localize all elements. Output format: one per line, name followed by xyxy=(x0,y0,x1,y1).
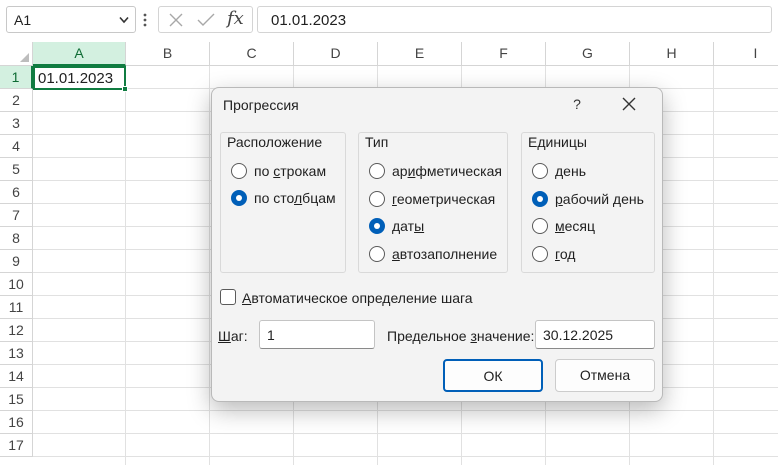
gridline-vertical xyxy=(713,66,714,465)
type-radio-label: арифметическая xyxy=(392,163,502,179)
gridline-horizontal xyxy=(33,410,778,411)
formula-value: 01.01.2023 xyxy=(271,12,347,29)
row-header-12[interactable]: 12 xyxy=(0,319,33,342)
radio-indicator[interactable] xyxy=(369,163,385,179)
column-header-c[interactable]: C xyxy=(210,42,294,66)
location-radio-label: по строкам xyxy=(254,163,327,179)
radio-indicator[interactable] xyxy=(532,245,548,262)
progression-dialog: Прогрессия ? Расположение по строкам по с… xyxy=(211,87,663,402)
chevron-down-icon[interactable] xyxy=(119,16,129,24)
cell-a1[interactable]: 01.01.2023 xyxy=(33,66,128,92)
ok-button[interactable]: ОК xyxy=(443,359,543,392)
checkmark-icon[interactable] xyxy=(197,12,215,28)
formula-actions: fx xyxy=(158,6,253,33)
type-radio-label: даты xyxy=(392,218,425,234)
gridline-horizontal xyxy=(33,456,778,457)
radio-indicator[interactable] xyxy=(369,190,385,207)
row-header-7[interactable]: 7 xyxy=(0,204,33,227)
cell-a1-value: 01.01.2023 xyxy=(38,70,114,87)
auto-step-label: Автоматическое определение шага xyxy=(242,290,473,306)
checkbox-box[interactable] xyxy=(220,289,236,305)
row-header-15[interactable]: 15 xyxy=(0,388,33,411)
type-radio-4[interactable]: автозаполнение xyxy=(369,245,519,265)
step-label: Шаг: xyxy=(218,328,248,344)
type-radio-2[interactable]: геометрическая xyxy=(369,190,519,210)
cancel-x-icon[interactable] xyxy=(168,12,184,28)
units-group-title: Единицы xyxy=(526,134,589,150)
more-options-icon[interactable] xyxy=(143,12,147,28)
radio-indicator[interactable] xyxy=(369,245,385,262)
units-radio-label: рабочий день xyxy=(555,190,644,207)
limit-input[interactable] xyxy=(535,320,655,349)
row-header-17[interactable]: 17 xyxy=(0,434,33,457)
close-icon[interactable] xyxy=(620,95,638,113)
step-input[interactable] xyxy=(259,320,375,349)
radio-indicator[interactable] xyxy=(532,190,548,207)
row-header-6[interactable]: 6 xyxy=(0,181,33,204)
limit-label: Предельное значение: xyxy=(387,328,535,344)
row-header-13[interactable]: 13 xyxy=(0,342,33,365)
units-radio-label: день xyxy=(555,163,586,179)
row-header-16[interactable]: 16 xyxy=(0,411,33,434)
units-radio-3[interactable]: месяц xyxy=(532,217,682,237)
row-header-4[interactable]: 4 xyxy=(0,135,33,158)
gridline-vertical xyxy=(209,66,210,465)
type-radio-3[interactable]: даты xyxy=(369,217,519,237)
radio-indicator[interactable] xyxy=(231,190,247,206)
type-radio-label: геометрическая xyxy=(392,190,496,207)
name-box[interactable]: A1 xyxy=(6,6,136,33)
row-header-10[interactable]: 10 xyxy=(0,273,33,296)
cancel-button[interactable]: Отмена xyxy=(555,359,655,392)
column-header-h[interactable]: H xyxy=(630,42,714,66)
dialog-title: Прогрессия xyxy=(223,97,299,113)
row-header-14[interactable]: 14 xyxy=(0,365,33,388)
radio-indicator[interactable] xyxy=(532,218,548,234)
radio-indicator[interactable] xyxy=(532,163,548,179)
radio-indicator[interactable] xyxy=(369,218,385,234)
units-radio-1[interactable]: день xyxy=(532,162,682,182)
location-group-title: Расположение xyxy=(225,134,325,150)
radio-indicator[interactable] xyxy=(231,163,247,179)
row-header-1[interactable]: 1 xyxy=(0,66,33,89)
select-all-corner[interactable] xyxy=(0,42,33,66)
formula-input[interactable]: 01.01.2023 xyxy=(257,6,772,33)
row-header-9[interactable]: 9 xyxy=(0,250,33,273)
column-header-b[interactable]: B xyxy=(126,42,210,66)
formula-bar: A1 fx 01.01.2023 xyxy=(0,0,778,40)
units-radio-label: месяц xyxy=(555,218,596,234)
row-header-5[interactable]: 5 xyxy=(0,158,33,181)
row-header-8[interactable]: 8 xyxy=(0,227,33,250)
row-header-2[interactable]: 2 xyxy=(0,89,33,112)
name-box-value: A1 xyxy=(14,12,32,28)
column-header-d[interactable]: D xyxy=(294,42,378,66)
help-button[interactable]: ? xyxy=(570,93,584,115)
column-header-i[interactable]: I xyxy=(714,42,778,66)
row-header-11[interactable]: 11 xyxy=(0,296,33,319)
type-group-title: Тип xyxy=(363,134,391,150)
units-radio-4[interactable]: год xyxy=(532,245,682,265)
column-header-e[interactable]: E xyxy=(378,42,462,66)
type-radio-label: автозаполнение xyxy=(392,245,498,262)
insert-function-icon[interactable]: fx xyxy=(227,8,244,29)
units-radio-label: год xyxy=(555,245,576,262)
row-header-3[interactable]: 3 xyxy=(0,112,33,135)
column-header-a[interactable]: A xyxy=(33,42,126,66)
column-header-g[interactable]: G xyxy=(546,42,630,66)
type-radio-1[interactable]: арифметическая xyxy=(369,162,519,182)
units-radio-2[interactable]: рабочий день xyxy=(532,190,682,210)
fill-handle[interactable] xyxy=(122,86,128,92)
location-radio-label: по столбцам xyxy=(254,190,336,206)
column-header-f[interactable]: F xyxy=(462,42,546,66)
gridline-horizontal xyxy=(33,433,778,434)
gridline-vertical xyxy=(125,66,126,465)
auto-step-checkbox[interactable]: Автоматическое определение шага xyxy=(220,288,520,308)
select-all-triangle-icon xyxy=(20,53,29,62)
